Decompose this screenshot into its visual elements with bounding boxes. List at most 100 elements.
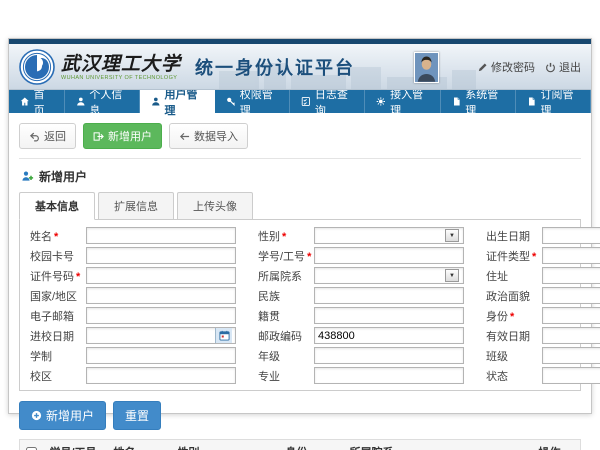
nav-item-user-management[interactable]: 用户管理 — [140, 90, 215, 113]
brand-block: 武汉理工大学 WUHAN UNIVERSITY OF TECHNOLOGY 统一… — [19, 49, 355, 85]
basic-info-panel: 姓名* 性别* ▼ 出生日期* 校园卡号* 学号/工号* — [19, 219, 581, 391]
department-select[interactable]: ▼ — [314, 267, 464, 284]
university-name-block: 武汉理工大学 WUHAN UNIVERSITY OF TECHNOLOGY — [61, 54, 181, 81]
submit-label: 新增用户 — [46, 407, 94, 424]
status-input[interactable] — [542, 367, 600, 384]
field-status: 状态* — [480, 367, 600, 384]
required-asterisk: * — [532, 251, 536, 263]
name-input[interactable] — [86, 227, 236, 244]
submit-new-user-button[interactable]: 新增用户 — [19, 401, 106, 430]
field-label: 住址 — [486, 271, 508, 283]
university-name: 武汉理工大学 — [61, 54, 181, 74]
field-label: 证件类型 — [486, 251, 530, 263]
tab-extended-info[interactable]: 扩展信息 — [98, 192, 174, 220]
enrollment-date-input[interactable] — [86, 327, 236, 344]
grade-input[interactable] — [314, 347, 464, 364]
field-address: 住址* — [480, 267, 600, 284]
native-place-input[interactable] — [314, 307, 464, 324]
nav-item-log-query[interactable]: 日志查询 — [290, 90, 365, 113]
field-label: 学号/工号 — [258, 251, 305, 263]
plus-circle-icon — [31, 410, 42, 421]
nav-item-personal-info[interactable]: 个人信息 — [65, 90, 140, 113]
id-type-input[interactable] — [542, 247, 600, 264]
field-label: 专业 — [258, 371, 280, 383]
change-password-label: 修改密码 — [491, 59, 535, 75]
tab-basic-info[interactable]: 基本信息 — [19, 192, 95, 220]
class-input[interactable] — [542, 347, 600, 364]
political-status-input[interactable] — [542, 287, 600, 304]
campus-card-input[interactable] — [86, 247, 236, 264]
field-label: 学制 — [30, 351, 52, 363]
postal-code-input[interactable] — [314, 327, 464, 344]
nav-item-home[interactable]: 首页 — [9, 90, 65, 113]
field-label: 年级 — [258, 351, 280, 363]
valid-date-input[interactable] — [542, 327, 600, 344]
nav-item-permission-management[interactable]: 权限管理 — [215, 90, 290, 113]
required-asterisk: * — [282, 231, 286, 243]
section-header: 新增用户 — [21, 168, 581, 185]
nav-item-subscription-management[interactable]: 订阅管理 — [516, 90, 591, 113]
nav-item-system-management[interactable]: 系统管理 — [441, 90, 516, 113]
data-import-label: 数据导入 — [194, 128, 238, 144]
tab-upload-avatar[interactable]: 上传头像 — [177, 192, 253, 220]
new-user-toolbar-button[interactable]: 新增用户 — [83, 123, 162, 149]
back-button[interactable]: 返回 — [19, 123, 76, 149]
table-header-row: 学号/工号 姓名 性别 身份 所属院系 操作 — [20, 440, 581, 450]
field-political-status: 政治面貌* — [480, 287, 600, 304]
calendar-icon[interactable] — [215, 328, 232, 343]
change-password-link[interactable]: 修改密码 — [477, 59, 535, 75]
section-title: 新增用户 — [39, 168, 87, 185]
logout-link[interactable]: 退出 — [545, 59, 581, 75]
field-country: 国家/地区* — [24, 287, 252, 304]
field-grade: 年级* — [252, 347, 480, 364]
user-plus-icon — [21, 170, 34, 183]
field-label: 校园卡号 — [30, 251, 74, 263]
field-label: 籍贯 — [258, 311, 280, 323]
field-native-place: 籍贯* — [252, 307, 480, 324]
identity-input[interactable] — [542, 307, 600, 324]
form-actions: 新增用户 重置 — [19, 401, 581, 430]
address-input[interactable] — [542, 267, 600, 284]
user-avatar[interactable] — [414, 52, 439, 83]
users-table: 学号/工号 姓名 性别 身份 所属院系 操作 — [19, 439, 581, 450]
student-id-input[interactable] — [314, 247, 464, 264]
field-ethnicity: 民族* — [252, 287, 480, 304]
select-all-checkbox[interactable] — [26, 447, 37, 450]
col-name: 姓名 — [108, 440, 172, 450]
reset-button[interactable]: 重置 — [113, 401, 161, 430]
nav-label: 个人信息 — [89, 86, 128, 118]
field-label: 身份 — [486, 311, 508, 323]
major-input[interactable] — [314, 367, 464, 384]
screenshot-stage: 武汉理工大学 WUHAN UNIVERSITY OF TECHNOLOGY 统一… — [0, 0, 600, 450]
country-input[interactable] — [86, 287, 236, 304]
gender-select[interactable]: ▼ — [314, 227, 464, 244]
field-label: 国家/地区 — [30, 291, 77, 303]
chevron-down-icon[interactable]: ▼ — [445, 269, 459, 282]
new-user-toolbar-label: 新增用户 — [108, 128, 152, 144]
data-import-button[interactable]: 数据导入 — [169, 123, 248, 149]
field-email: 电子邮箱* — [24, 307, 252, 324]
campus-input[interactable] — [86, 367, 236, 384]
field-valid-date: 有效日期* — [480, 327, 600, 344]
chevron-down-icon[interactable]: ▼ — [445, 229, 459, 242]
field-id-type: 证件类型* — [480, 247, 600, 264]
field-label: 政治面貌 — [486, 291, 530, 303]
field-label: 民族 — [258, 291, 280, 303]
toolbar: 返回 新增用户 数据导入 — [19, 120, 581, 159]
field-student-id: 学号/工号* — [252, 247, 480, 264]
birth-date-input[interactable] — [542, 227, 600, 244]
field-education-length: 学制* — [24, 347, 252, 364]
col-department: 所属院系 — [344, 440, 533, 450]
nav-item-access-management[interactable]: 接入管理 — [365, 90, 440, 113]
field-enrollment-date: 进校日期* — [24, 327, 252, 344]
col-student-id: 学号/工号 — [44, 440, 108, 450]
reset-label: 重置 — [125, 407, 149, 424]
document-icon — [527, 96, 537, 107]
field-label: 状态 — [486, 371, 508, 383]
id-number-input[interactable] — [86, 267, 236, 284]
field-label: 性别 — [258, 231, 280, 243]
email-input[interactable] — [86, 307, 236, 324]
import-arrow-icon — [179, 131, 190, 142]
ethnicity-input[interactable] — [314, 287, 464, 304]
education-length-input[interactable] — [86, 347, 236, 364]
